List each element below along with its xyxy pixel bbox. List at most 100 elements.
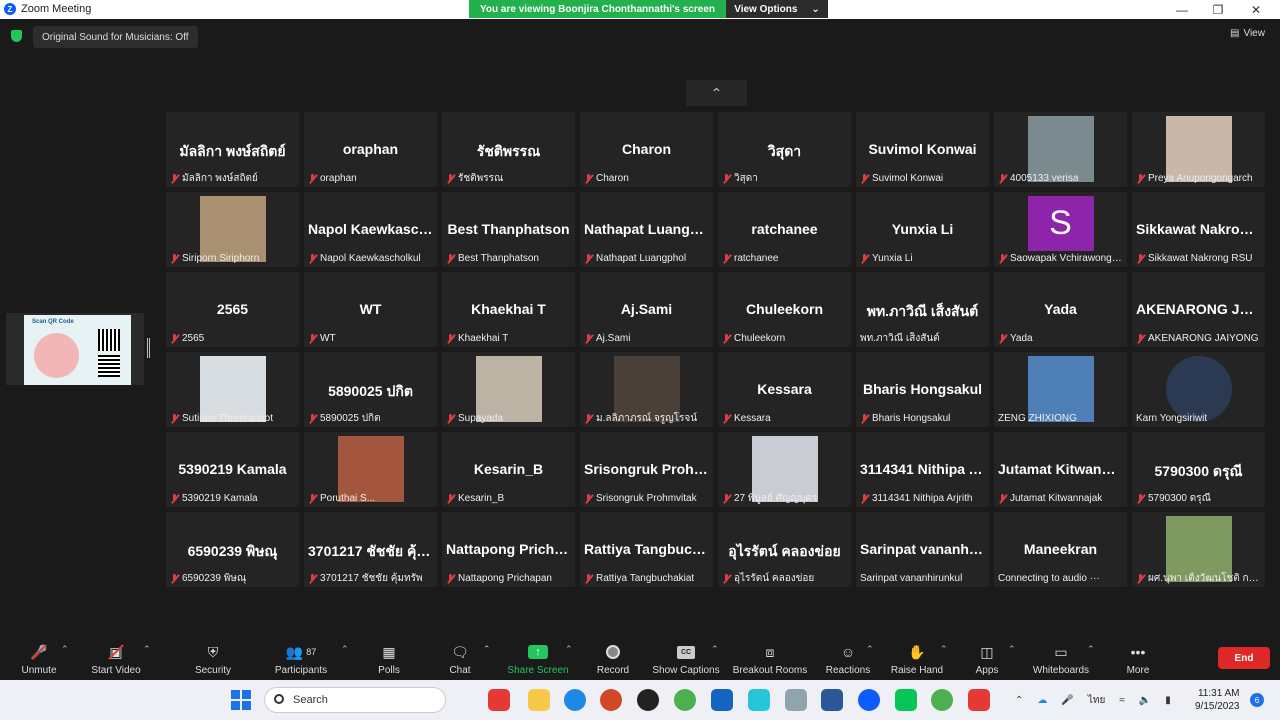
snipping-tool-icon[interactable] (748, 689, 770, 711)
original-sound-toggle[interactable]: Original Sound for Musicians: Off (33, 26, 198, 48)
notification-badge[interactable]: 6 (1250, 693, 1264, 707)
volume-icon[interactable]: 🔈 (1139, 695, 1151, 706)
apps-button[interactable]: ◫ Apps (970, 637, 1004, 680)
raise-hand-caret[interactable]: ⌃ (940, 644, 948, 655)
chat-caret[interactable]: ⌃ (483, 644, 491, 655)
participant-tile[interactable]: 27 พิบูลย์ ศัญญบุตร (718, 432, 851, 507)
participant-tile[interactable]: Suvimol Konwai Suvimol Konwai (856, 112, 989, 187)
battery-icon[interactable]: ▮ (1165, 695, 1171, 706)
participant-tile[interactable]: ม.ลลิภาภรณ์ จรูญโรจน์ (580, 352, 713, 427)
taskbar-search[interactable]: Search (264, 687, 446, 713)
more-button[interactable]: ••• More (1122, 637, 1154, 680)
store-icon[interactable] (711, 689, 733, 711)
participants-button[interactable]: 👥 87 Participants (272, 637, 330, 680)
file-explorer-icon[interactable] (528, 689, 550, 711)
apps-caret[interactable]: ⌃ (1008, 644, 1016, 655)
wifi-icon[interactable]: ≈ (1119, 695, 1125, 706)
line-icon[interactable] (895, 689, 917, 711)
participant-tile[interactable]: Siriporn Siriphorn (166, 192, 299, 267)
whiteboards-caret[interactable]: ⌃ (1087, 644, 1095, 655)
powerpoint-icon[interactable] (600, 689, 622, 711)
participant-tile[interactable]: 5390219 Kamala 5390219 Kamala (166, 432, 299, 507)
participant-tile[interactable]: Yada Yada (994, 272, 1127, 347)
participant-tile[interactable]: 3701217 ชัชชัย คุ้มทรัพย์ 3701217 ชัชชัย … (304, 512, 437, 587)
share-screen-button[interactable]: ↑ Share Screen (506, 637, 570, 680)
close-window-button[interactable]: ✕ (1238, 0, 1274, 19)
resize-handle[interactable] (147, 338, 150, 358)
minimize-button[interactable]: — (1164, 0, 1200, 19)
audio-options-caret[interactable]: ⌃ (61, 644, 69, 655)
participant-tile[interactable]: 3114341 Nithipa Arjrith 3114341 Nithipa A… (856, 432, 989, 507)
participant-tile[interactable]: ratchanee ratchanee (718, 192, 851, 267)
taskbar-clock[interactable]: 11:31 AM 9/15/2023 (1195, 687, 1240, 713)
participant-tile[interactable]: Kessara Kessara (718, 352, 851, 427)
participant-tile[interactable]: Best Thanphatson Best Thanphatson (442, 192, 575, 267)
participant-tile[interactable]: รัชติพรรณ รัชติพรรณ (442, 112, 575, 187)
participant-tile[interactable]: Kesarin_B Kesarin_B (442, 432, 575, 507)
view-button[interactable]: ▤ View (1230, 28, 1265, 39)
taskbar-tool-icon[interactable] (785, 689, 807, 711)
participant-tile[interactable]: Nathapat Luangphol Nathapat Luangphol (580, 192, 713, 267)
reactions-caret[interactable]: ⌃ (866, 644, 874, 655)
maximize-button[interactable]: ❐ (1200, 0, 1236, 19)
participant-tile[interactable]: ผศ.นุพา เติ้งวัฒนโชติ กพอ (1132, 512, 1265, 587)
participant-tile[interactable]: Sarinpat vananhirunkul Sarinpat vananhiru… (856, 512, 989, 587)
view-options-button[interactable]: View Options ⌄ (726, 0, 828, 18)
participant-tile[interactable]: S Saowapak Vchirawongkwin (994, 192, 1127, 267)
page-up-button[interactable]: ⌃ (686, 80, 747, 106)
taskbar-app-icon[interactable] (488, 689, 510, 711)
record-button[interactable]: Record (594, 637, 632, 680)
breakout-rooms-button[interactable]: ⧈ Breakout Rooms (732, 637, 808, 680)
shared-screen-thumbnail[interactable]: Scan QR Code (6, 313, 144, 385)
microphone-icon[interactable]: 🎤 (1061, 695, 1073, 706)
participant-tile[interactable]: วิสุดา วิสุดา (718, 112, 851, 187)
participant-tile[interactable]: 2565 2565 (166, 272, 299, 347)
share-caret[interactable]: ⌃ (565, 644, 573, 655)
participant-tile[interactable]: 5790300 ดรุณี 5790300 ดรุณี (1132, 432, 1265, 507)
unmute-button[interactable]: 🎤 Unmute (18, 637, 60, 680)
participant-tile[interactable]: Yunxia Li Yunxia Li (856, 192, 989, 267)
participant-tile[interactable]: มัลลิกา พงษ์สถิตย์ มัลลิกา พงษ์สถิตย์ (166, 112, 299, 187)
participant-tile[interactable]: Karn Yongsiriwit (1132, 352, 1265, 427)
language-indicator[interactable]: ไทย (1088, 693, 1105, 708)
participant-tile[interactable]: Aj.Sami Aj.Sami (580, 272, 713, 347)
chat-button[interactable]: 🗨 Chat (444, 637, 476, 680)
word-icon[interactable] (821, 689, 843, 711)
participant-tile[interactable]: ZENG ZHIXIONG (994, 352, 1127, 427)
participant-tile[interactable]: 4005133 verisa (994, 112, 1127, 187)
chrome-profile-icon[interactable] (931, 689, 953, 711)
participant-tile[interactable]: 6590239 พิษณุ 6590239 พิษณุ (166, 512, 299, 587)
participants-caret[interactable]: ⌃ (341, 644, 349, 655)
participant-tile[interactable]: Jutamat Kitwannajak Jutamat Kitwannajak (994, 432, 1127, 507)
participant-tile[interactable]: Poruthai S... (304, 432, 437, 507)
participant-tile[interactable]: Maneekran Connecting to audio ··· (994, 512, 1127, 587)
end-meeting-button[interactable]: End (1218, 647, 1270, 669)
participant-tile[interactable]: Rattiya Tangbuchakiat Rattiya Tangbuchaki… (580, 512, 713, 587)
security-button[interactable]: ⛨ Security (190, 637, 236, 680)
participant-tile[interactable]: Sikkawat Nakrong RSU Sikkawat Nakrong RSU (1132, 192, 1265, 267)
participant-tile[interactable]: Supayada (442, 352, 575, 427)
onedrive-icon[interactable]: ☁ (1037, 695, 1047, 706)
start-video-button[interactable]: ▣ Start Video (88, 637, 144, 680)
participant-tile[interactable]: 5890025 ปกิต 5890025 ปกิต (304, 352, 437, 427)
participant-tile[interactable]: พท.ภาวิณี เส็งสันต์ พท.ภาวิณี เส็งสันต์ (856, 272, 989, 347)
participant-tile[interactable]: Bharis Hongsakul Bharis Hongsakul (856, 352, 989, 427)
polls-button[interactable]: ▦ Polls (372, 637, 406, 680)
captions-caret[interactable]: ⌃ (711, 644, 719, 655)
participant-tile[interactable]: Chuleekorn Chuleekorn (718, 272, 851, 347)
raise-hand-button[interactable]: ✋ Raise Hand (890, 637, 944, 680)
edge-browser-icon[interactable] (564, 689, 586, 711)
chrome-icon[interactable] (674, 689, 696, 711)
windows-start-icon[interactable] (231, 690, 251, 710)
participant-tile[interactable]: Nattapong Prichapan Nattapong Prichapan (442, 512, 575, 587)
tray-chevron-icon[interactable]: ⌃ (1015, 695, 1023, 706)
participant-tile[interactable]: Charon Charon (580, 112, 713, 187)
zoom-taskbar-icon[interactable] (858, 689, 880, 711)
participant-tile[interactable]: อุไรรัตน์ คลองข่อย อุไรรัตน์ คลองข่อย (718, 512, 851, 587)
participant-tile[interactable]: Khaekhai T Khaekhai T (442, 272, 575, 347)
participant-tile[interactable]: oraphan oraphan (304, 112, 437, 187)
participant-tile[interactable]: AKENARONG JAIYONG AKENARONG JAIYONG (1132, 272, 1265, 347)
participant-tile[interactable]: WT WT (304, 272, 437, 347)
participant-tile[interactable]: Srisongruk Prohmvitak Srisongruk Prohmvit… (580, 432, 713, 507)
participant-tile[interactable]: Sutinee Threeranoot (166, 352, 299, 427)
